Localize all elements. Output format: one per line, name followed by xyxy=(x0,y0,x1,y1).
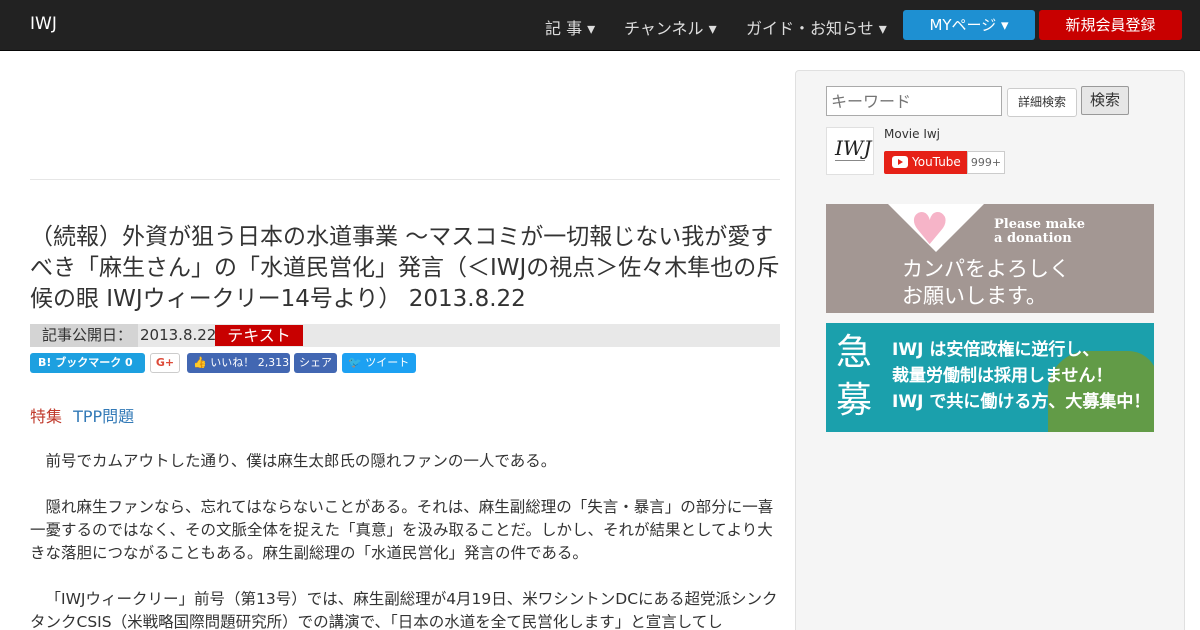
donation-english-line: a donation xyxy=(994,231,1072,246)
donation-japanese-line: お願いします。 xyxy=(902,284,1047,308)
nav-channels[interactable]: チャンネル ▾ xyxy=(624,15,717,39)
recruit-line: IWJ で共に働ける方、大募集中！ xyxy=(892,392,1151,412)
register-button[interactable]: 新規会員登録 xyxy=(1039,10,1182,40)
donation-japanese: カンパをよろしく お願いします。 xyxy=(902,256,1070,310)
recruit-char: 急 xyxy=(836,332,873,373)
paragraph: 前号でカムアウトした通り、僕は麻生太郎氏の隠れファンの一人である。 xyxy=(45,452,557,470)
nav-articles[interactable]: 記 事 ▾ xyxy=(545,15,595,39)
recruit-line: 裁量労働制は採用しません！ xyxy=(892,366,1113,386)
mypage-button[interactable]: MYページ ▾ xyxy=(903,10,1035,40)
sidebar: 詳細検索 検索 IWJ Movie Iwj YouTube 999+ ♥ Ple… xyxy=(795,70,1185,630)
donation-banner[interactable]: ♥ Please make a donation カンパをよろしく お願いします… xyxy=(826,204,1154,313)
donation-english-line: Please make xyxy=(994,217,1085,232)
tweet-button[interactable]: 🐦 ツイート xyxy=(342,353,416,373)
iwj-channel-logo[interactable]: IWJ xyxy=(826,127,874,175)
article-tags: 特集 TPP問題 xyxy=(30,403,134,427)
site-brand[interactable]: IWJ xyxy=(30,14,57,34)
advanced-search-button[interactable]: 詳細検索 xyxy=(1007,88,1077,117)
paragraph: 隠れ麻生ファンなら、忘れてはならないことがある。それは、麻生副総理の「失言・暴言… xyxy=(30,498,774,562)
tag-link-tpp[interactable]: TPP問題 xyxy=(73,407,134,426)
donation-japanese-line: カンパをよろしく xyxy=(902,257,1070,281)
youtube-label: YouTube xyxy=(912,155,961,169)
recruitment-banner[interactable]: 急 募 IWJ は安倍政権に逆行し、 裁量労働制は採用しません！ IWJ で共に… xyxy=(826,323,1154,432)
recruit-char: 募 xyxy=(836,380,873,421)
hatena-bookmark-button[interactable]: B! ブックマーク 0 xyxy=(30,353,145,373)
article-title: （続報）外資が狙う日本の水道事業 ～マスコミが一切報じない我が愛すべき「麻生さん… xyxy=(30,224,780,312)
search-input[interactable] xyxy=(826,86,1002,116)
iwj-logo-mark: IWJ xyxy=(835,136,872,160)
ad-space xyxy=(30,70,780,180)
published-date: 2013.8.22 xyxy=(140,326,217,344)
donation-english: Please make a donation xyxy=(994,218,1144,246)
article-meta: 記事公開日： 2013.8.22 テキスト xyxy=(30,324,780,347)
recruit-headline: 急 募 xyxy=(836,329,886,425)
nav-guide[interactable]: ガイド・お知らせ ▾ xyxy=(746,15,887,39)
logo-underline xyxy=(835,160,865,164)
article-body: 前号でカムアウトした通り、僕は麻生太郎氏の隠れファンの一人である。 隠れ麻生ファ… xyxy=(30,450,780,630)
published-label: 記事公開日： xyxy=(30,324,138,347)
google-plus-button[interactable]: G+ xyxy=(150,353,180,373)
paragraph: 「IWJウィークリー」前号（第13号）では、麻生副総理が4月19日、米ワシントン… xyxy=(30,590,778,630)
text-badge[interactable]: テキスト xyxy=(215,325,303,346)
youtube-subscribe-button[interactable]: YouTube xyxy=(884,151,967,174)
top-navbar: IWJ 記 事 ▾ チャンネル ▾ ガイド・お知らせ ▾ MYページ ▾ 新規会… xyxy=(0,0,1200,51)
youtube-play-icon xyxy=(892,156,908,168)
youtube-channel-name[interactable]: Movie Iwj xyxy=(884,127,940,141)
search-button[interactable]: 検索 xyxy=(1081,86,1129,115)
facebook-like-button[interactable]: 👍 いいね！ 2,313 xyxy=(187,353,290,373)
recruit-message: IWJ は安倍政権に逆行し、 裁量労働制は採用しません！ IWJ で共に働ける方… xyxy=(892,337,1150,415)
youtube-subscriber-count: 999+ xyxy=(967,151,1005,174)
heart-icon: ♥ xyxy=(910,204,950,255)
recruit-line: IWJ は安倍政権に逆行し、 xyxy=(892,340,1100,360)
facebook-share-button[interactable]: シェア xyxy=(294,353,337,373)
tag-label: 特集 xyxy=(30,407,63,426)
